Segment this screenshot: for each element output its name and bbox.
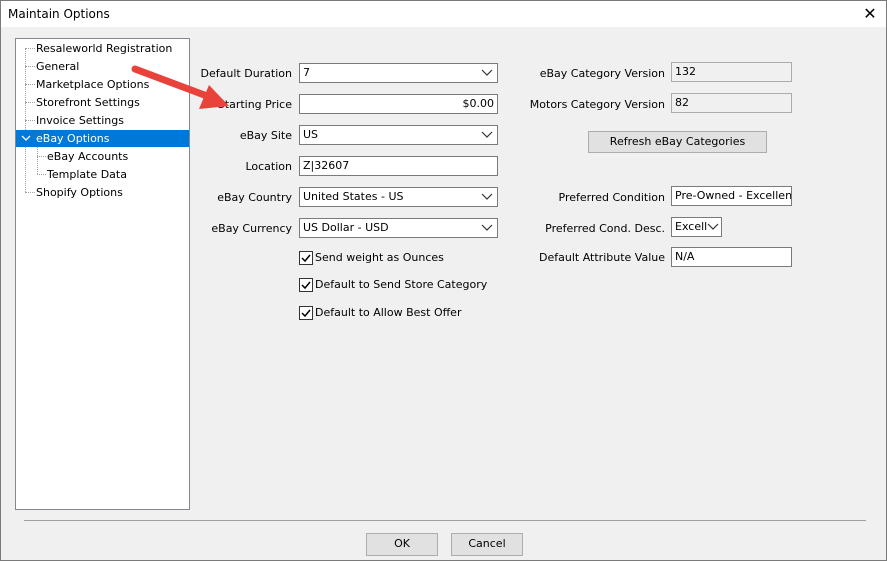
preferred-condition-label: Preferred Condition (558, 191, 665, 204)
chevron-down-icon (707, 223, 719, 231)
starting-price-input[interactable]: $0.00 (299, 94, 498, 114)
chevron-down-icon[interactable] (21, 135, 31, 142)
checkbox-box[interactable] (299, 306, 313, 320)
checkmark-icon (301, 254, 311, 263)
tree-item-label: Resaleworld Registration (36, 42, 173, 55)
checkmark-icon (301, 309, 311, 318)
default-attribute-value-input[interactable]: N/A (671, 247, 792, 267)
tree-connector-line (37, 156, 46, 157)
close-icon[interactable]: ✕ (860, 4, 880, 24)
window-title: Maintain Options (8, 7, 110, 21)
default-duration-select[interactable]: 7 (299, 63, 498, 83)
checkbox-label: Send weight as Ounces (315, 251, 444, 264)
tree-connector-line (37, 174, 46, 175)
tree-connector-line (25, 66, 35, 67)
motors-category-version-label: Motors Category Version (529, 98, 665, 111)
tree-connector-line (25, 84, 35, 85)
tree-item-label: Shopify Options (36, 186, 123, 199)
ebay-category-version-field: 132 (671, 62, 792, 82)
ebay-currency-select[interactable]: US Dollar - USD (299, 218, 498, 238)
tree-item-shopify-options[interactable]: Shopify Options (36, 184, 186, 201)
ok-button[interactable]: OK (366, 533, 438, 556)
tree-item-label: General (36, 60, 80, 73)
chevron-down-icon (481, 224, 493, 231)
ebay-country-label: eBay Country (217, 191, 292, 204)
chevron-down-icon (481, 131, 493, 138)
default-duration-value: 7 (303, 66, 310, 79)
tree-connector-line (25, 48, 35, 49)
ebay-site-label: eBay Site (239, 129, 292, 142)
ebay-country-value: United States - US (303, 190, 404, 203)
tree-connector-line (25, 102, 35, 103)
preferred-cond-desc-label: Preferred Cond. Desc. (545, 222, 665, 235)
red-arrow-icon (131, 65, 229, 109)
tree-connector-line (37, 147, 38, 174)
title-bar: Maintain Options ✕ (1, 1, 886, 27)
tree-item-ebay-accounts[interactable]: eBay Accounts (47, 148, 185, 165)
tree-item-resaleworld-registration[interactable]: Resaleworld Registration (36, 40, 186, 57)
motors-category-version-field: 82 (671, 93, 792, 113)
preferred-cond-desc-select[interactable]: Excelle (671, 217, 722, 237)
checkmark-icon (301, 281, 311, 290)
footer-separator (24, 520, 866, 521)
cancel-button[interactable]: Cancel (451, 533, 523, 556)
default-attribute-value-label: Default Attribute Value (539, 251, 665, 264)
location-input[interactable]: Z|32607 (299, 156, 498, 176)
tree-item-label: Storefront Settings (36, 96, 140, 109)
location-label: Location (245, 160, 292, 173)
tree-connector-line (25, 120, 35, 121)
checkbox-label: Default to Allow Best Offer (315, 306, 462, 319)
checkbox-box[interactable] (299, 278, 313, 292)
ebay-country-select[interactable]: United States - US (299, 187, 498, 207)
tree-item-label: eBay Options (36, 132, 110, 145)
tree-item-label: Template Data (47, 168, 127, 181)
tree-connector-line (25, 192, 35, 193)
chevron-down-icon (481, 69, 493, 76)
refresh-ebay-categories-button[interactable]: Refresh eBay Categories (588, 131, 767, 153)
chevron-down-icon (481, 193, 493, 200)
maintain-options-dialog: Maintain Options ✕ Resaleworld Registrat… (0, 0, 887, 561)
checkbox-label: Default to Send Store Category (315, 278, 488, 291)
tree-item-label: Invoice Settings (36, 114, 124, 127)
ebay-category-version-label: eBay Category Version (539, 67, 665, 80)
ebay-currency-label: eBay Currency (211, 222, 292, 235)
ebay-site-select[interactable]: US (299, 125, 498, 145)
checkbox-box[interactable] (299, 251, 313, 265)
tree-item-label: eBay Accounts (47, 150, 129, 163)
ebay-site-value: US (303, 128, 319, 141)
preferred-condition-input[interactable]: Pre-Owned - Excellent|N (671, 186, 792, 206)
tree-item-ebay-options[interactable]: eBay Options (16, 130, 189, 147)
tree-item-template-data[interactable]: Template Data (47, 166, 185, 183)
ebay-currency-value: US Dollar - USD (303, 221, 389, 234)
